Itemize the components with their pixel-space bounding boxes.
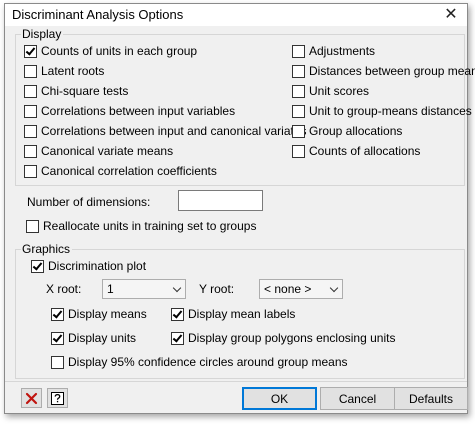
canonical-variate-means-box [24,144,37,158]
display-group-polygons-label: Display group polygons enclosing units [188,331,396,345]
canonical-correlation-coefficients-box [24,164,37,178]
display-confidence-label: Display 95% confidence circles around gr… [68,355,348,369]
chevron-down-icon [172,283,182,293]
counts-of-allocations-checkbox[interactable]: Counts of allocations [292,143,420,159]
display-confidence-checkbox[interactable]: Display 95% confidence circles around gr… [51,354,348,370]
display-mean-labels-box [171,307,184,321]
counts-of-units-in-each-group-box [24,44,37,58]
unit-to-group-means-distances-checkbox[interactable]: Unit to group-means distances [292,103,472,119]
window-title: Discriminant Analysis Options [12,7,184,22]
counts-of-units-in-each-group-checkbox[interactable]: Counts of units in each group [24,43,197,59]
group-allocations-box [292,124,305,138]
counts-of-allocations-box [292,144,305,158]
distances-between-group-means-label: Distances between group means [309,64,475,78]
clear-button[interactable] [21,388,42,408]
discrimination-plot-label: Discrimination plot [48,259,147,273]
adjustments-box [292,44,305,58]
reallocate-checkbox[interactable]: Reallocate units in training set to grou… [26,218,256,234]
display-mean-labels-checkbox[interactable]: Display mean labels [171,306,295,322]
unit-scores-box [292,84,305,98]
dimensions-input[interactable] [178,190,263,211]
correlations-between-input-variables-box [24,104,37,118]
group-allocations-label: Group allocations [309,124,403,138]
graphics-legend: Graphics [21,242,73,256]
canonical-variate-means-label: Canonical variate means [41,144,174,158]
footer-divider [5,381,467,382]
red-x-icon [25,392,38,404]
unit-scores-label: Unit scores [309,84,370,98]
reallocate-box [26,219,39,233]
correlations-between-input-variables-label: Correlations between input variables [41,104,236,118]
adjustments-checkbox[interactable]: Adjustments [292,43,375,59]
y-root-value: < none > [264,282,312,296]
reallocate-label: Reallocate units in training set to grou… [43,219,257,233]
display-legend: Display [21,27,64,41]
question-mark-icon [51,391,64,405]
group-allocations-checkbox[interactable]: Group allocations [292,123,402,139]
display-mean-labels-label: Display mean labels [188,307,296,321]
close-icon[interactable]: ✕ [439,4,463,26]
display-group: Display Counts of units in each group Lat… [15,27,475,186]
help-button[interactable] [47,388,68,408]
chi-square-tests-checkbox[interactable]: Chi-square tests [24,83,128,99]
display-units-checkbox[interactable]: Display units [51,330,136,346]
correlations-between-input-variables-checkbox[interactable]: Correlations between input variables [24,103,235,119]
canonical-correlation-coefficients-label: Canonical correlation coefficients [41,164,217,178]
discrimination-plot-checkbox[interactable]: Discrimination plot [31,258,146,274]
unit-to-group-means-distances-label: Unit to group-means distances [309,104,472,118]
chevron-down-icon [329,283,339,293]
display-group-polygons-checkbox[interactable]: Display group polygons enclosing units [171,330,395,346]
x-root-label: X root: [46,282,82,296]
display-means-checkbox[interactable]: Display means [51,306,147,322]
adjustments-label: Adjustments [309,44,376,58]
x-root-select[interactable]: 1 [102,279,186,299]
display-confidence-box [51,355,64,369]
latent-roots-box [24,64,37,78]
unit-to-group-means-distances-box [292,104,305,118]
y-root-label: Y root: [199,282,235,296]
correlations-between-input-and-canonical-variates-box [24,124,37,138]
correlations-between-input-and-canonical-variates-checkbox[interactable]: Correlations between input and canonical… [24,123,307,139]
ok-button[interactable]: OK [242,387,317,410]
dialog-window: Discriminant Analysis Options ✕ Display … [4,3,475,414]
canonical-variate-means-checkbox[interactable]: Canonical variate means [24,143,173,159]
counts-of-units-in-each-group-label: Counts of units in each group [41,44,198,58]
distances-between-group-means-checkbox[interactable]: Distances between group means [292,63,475,79]
title-bar: Discriminant Analysis Options ✕ [5,4,467,26]
counts-of-allocations-label: Counts of allocations [309,144,421,158]
display-group-polygons-box [171,331,184,345]
defaults-button[interactable]: Defaults [394,387,468,410]
display-units-label: Display units [68,331,137,345]
discrimination-plot-box [31,259,44,273]
chi-square-tests-box [24,84,37,98]
x-root-value: 1 [107,282,114,296]
latent-roots-label: Latent roots [41,64,105,78]
display-units-box [51,331,64,345]
unit-scores-checkbox[interactable]: Unit scores [292,83,369,99]
canonical-correlation-coefficients-checkbox[interactable]: Canonical correlation coefficients [24,163,217,179]
distances-between-group-means-box [292,64,305,78]
cancel-button[interactable]: Cancel [320,387,395,410]
correlations-between-input-and-canonical-variates-label: Correlations between input and canonical… [41,124,307,138]
y-root-select[interactable]: < none > [259,279,343,299]
latent-roots-checkbox[interactable]: Latent roots [24,63,104,79]
chi-square-tests-label: Chi-square tests [41,84,129,98]
display-means-box [51,307,64,321]
display-means-label: Display means [68,307,147,321]
dimensions-label: Number of dimensions: [27,195,151,209]
